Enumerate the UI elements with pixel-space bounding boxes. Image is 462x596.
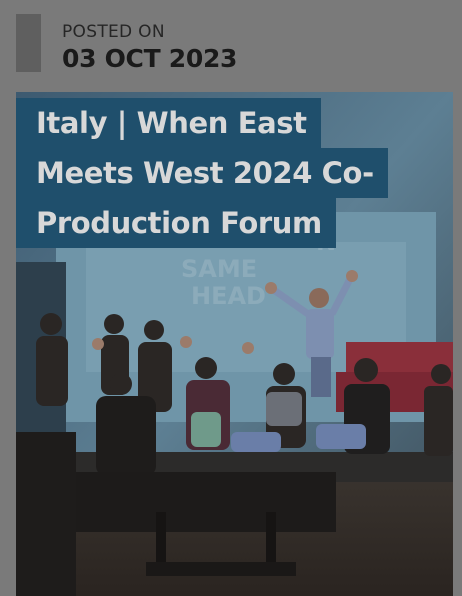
article-card[interactable]: SAME HEAD N bbox=[16, 92, 453, 596]
posted-date: 03 OCT 2023 bbox=[62, 44, 238, 73]
svg-text:HEAD: HEAD bbox=[191, 282, 266, 310]
posted-on-label: POSTED ON bbox=[62, 22, 165, 42]
svg-text:SAME: SAME bbox=[181, 255, 257, 283]
date-accent-bar bbox=[16, 14, 41, 72]
article-title-line[interactable]: Italy | When East bbox=[16, 98, 321, 148]
post-date-block: POSTED ON 03 OCT 2023 bbox=[16, 14, 436, 73]
article-title-line[interactable]: Production Forum bbox=[16, 198, 336, 248]
page: POSTED ON 03 OCT 2023 SAME HEAD Italy | … bbox=[0, 0, 462, 596]
article-title[interactable]: Italy | When East Meets West 2024 Co- Pr… bbox=[16, 98, 453, 248]
article-title-line[interactable]: Meets West 2024 Co- bbox=[16, 148, 388, 198]
